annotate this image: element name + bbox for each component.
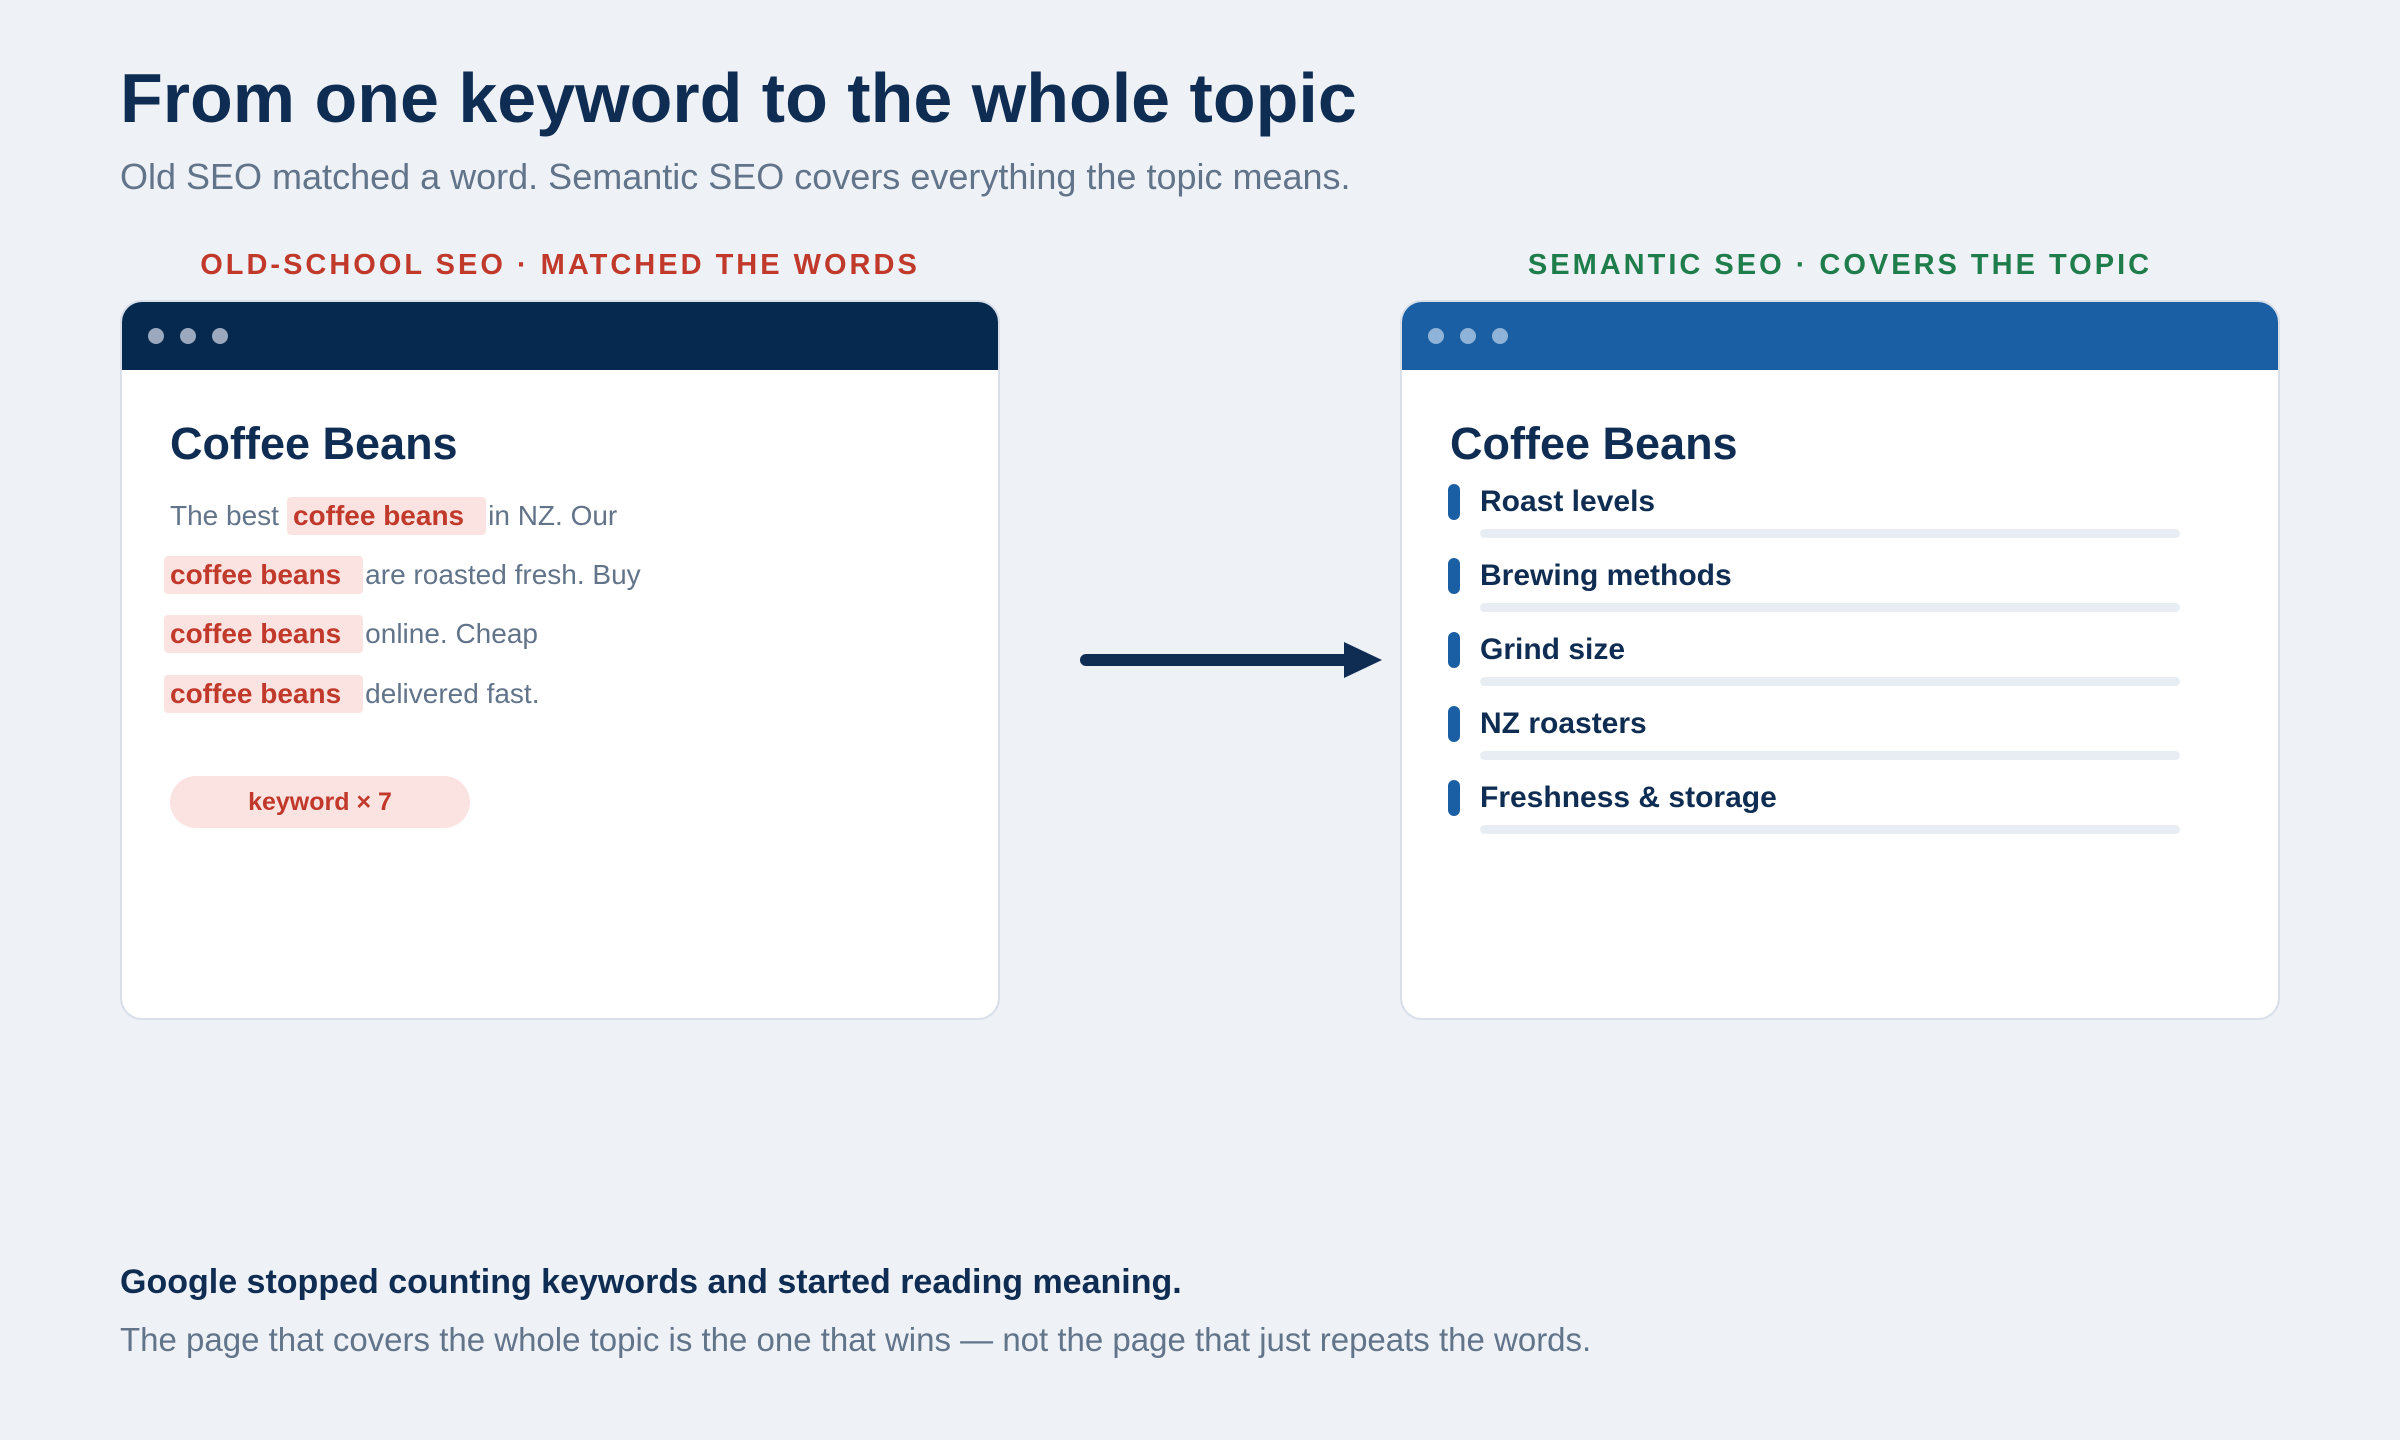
window-dot-icon bbox=[1492, 328, 1508, 344]
topic-label: Roast levels bbox=[1480, 485, 1656, 518]
text-after: are roasted fresh. Buy bbox=[365, 559, 641, 590]
semantic-page-heading: Coffee Beans bbox=[1450, 418, 1738, 469]
text-line: The best coffee beans in NZ. Our bbox=[164, 496, 617, 536]
footer-text: The page that covers the whole topic is … bbox=[120, 1321, 1592, 1358]
keyword-highlight: coffee beans bbox=[164, 675, 364, 713]
keyword-highlight: coffee beans bbox=[164, 615, 364, 653]
window-dot-icon bbox=[1460, 328, 1476, 344]
topic-placeholder-line bbox=[1480, 603, 2180, 612]
topic-item: Roast levels bbox=[1448, 484, 2208, 548]
keyword-highlight: coffee beans bbox=[286, 497, 487, 535]
semantic-seo-window: Coffee Beans Roast levels Brewing method… bbox=[1400, 300, 2280, 1020]
topic-marker bbox=[1448, 558, 1460, 594]
text-line: coffee beans delivered fast. bbox=[164, 674, 540, 714]
keyword-highlight: coffee beans bbox=[164, 556, 364, 594]
window-dot-icon bbox=[148, 328, 164, 344]
text-line: coffee beans online. Cheap bbox=[164, 614, 538, 654]
keyword-count-badge: keyword × 7 bbox=[170, 776, 470, 828]
page-title: From one keyword to the whole topic bbox=[120, 59, 1357, 137]
text-before: The best bbox=[170, 500, 279, 531]
text-after: in NZ. Our bbox=[488, 500, 618, 531]
topic-label: NZ roasters bbox=[1480, 707, 1647, 740]
topic-item: Brewing methods bbox=[1448, 558, 2208, 622]
topic-label: Brewing methods bbox=[1480, 559, 1732, 592]
topic-marker bbox=[1448, 632, 1460, 668]
window-dot-icon bbox=[212, 328, 228, 344]
semantic-seo-label: SEMANTIC SEO · COVERS THE TOPIC bbox=[1527, 249, 2153, 281]
text-line: coffee beans are roasted fresh. Buy bbox=[164, 555, 641, 595]
text-after: online. Cheap bbox=[365, 618, 538, 649]
topic-marker bbox=[1448, 484, 1460, 520]
topic-placeholder-line bbox=[1480, 677, 2180, 686]
old-seo-window: Coffee Beans The best coffee beans in NZ. … bbox=[120, 300, 1000, 1020]
page-subtitle: Old SEO matched a word. Semantic SEO cov… bbox=[120, 156, 1351, 197]
topic-placeholder-line bbox=[1480, 825, 2180, 834]
topic-placeholder-line bbox=[1480, 751, 2180, 760]
topic-placeholder-line bbox=[1480, 529, 2180, 538]
window-dot-icon bbox=[1428, 328, 1444, 344]
topic-marker bbox=[1448, 706, 1460, 742]
topic-label: Freshness & storage bbox=[1480, 781, 1777, 814]
right-arrow-icon bbox=[1080, 642, 1382, 678]
topic-item: Grind size bbox=[1448, 632, 2208, 696]
window-dot-icon bbox=[180, 328, 196, 344]
topic-marker bbox=[1448, 780, 1460, 816]
text-after: delivered fast. bbox=[365, 678, 540, 709]
topic-label: Grind size bbox=[1480, 633, 1626, 666]
old-seo-label: OLD-SCHOOL SEO · MATCHED THE WORDS bbox=[200, 249, 920, 281]
window-titlebar bbox=[122, 302, 998, 370]
old-page-heading: Coffee Beans bbox=[170, 418, 458, 469]
topic-item: Freshness & storage bbox=[1448, 780, 2208, 844]
footer-title: Google stopped counting keywords and sta… bbox=[120, 1263, 1182, 1301]
topic-item: NZ roasters bbox=[1448, 706, 2208, 770]
window-titlebar bbox=[1402, 302, 2278, 370]
